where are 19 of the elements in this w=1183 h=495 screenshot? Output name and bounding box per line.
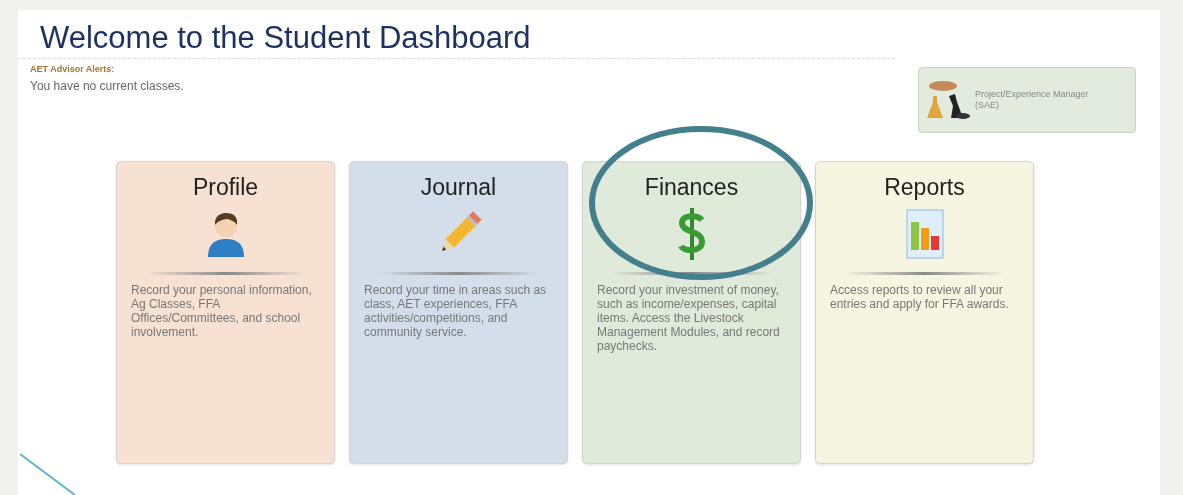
card-description: Record your investment of money, such as income/expenses, capital items. Access the Livestock Management Modules, and record paychecks. — [596, 283, 781, 353]
person-icon — [205, 211, 246, 257]
alerts-label: AET Advisor Alerts: — [30, 63, 116, 76]
dashboard-card[interactable]: Finances Record your investment of money, such as income/expenses, capital items. Access the Livestock Management Modules, and record paychecks. — [582, 161, 801, 464]
card-description: Record your time in areas such as class, AET experiences, FFA activities/competitions, and community service. — [363, 283, 548, 339]
card-description: Record your personal information, Ag Classes, FFA Offices/Committees, and school involvement. — [130, 283, 313, 339]
card-title: Journal — [420, 173, 497, 202]
card-title: Finances — [644, 173, 739, 202]
card-title: Profile — [192, 173, 259, 202]
card-title: Reports — [884, 173, 965, 202]
dashboard-card[interactable]: Profile Record your personal information, Ag Classes, FFA Offices/Committees, and school involvement. — [116, 161, 335, 464]
dollar-icon — [677, 208, 706, 260]
dashboard-card[interactable]: Journal Record your time in areas such as class, AET experiences, FFA activities/competitions, and community service. — [349, 161, 568, 464]
alerts-message: You have no current classes. — [30, 77, 185, 95]
page-title: Welcome to the Student Dashboard — [40, 20, 532, 56]
dashboard-card[interactable]: Reports Access reports to review all your entries and apply for FFA awards. — [815, 161, 1034, 464]
annotation-line — [19, 453, 76, 495]
card-description: Access reports to review all your entries and apply for FFA awards. — [829, 283, 1010, 311]
bar-chart-icon — [904, 208, 945, 260]
